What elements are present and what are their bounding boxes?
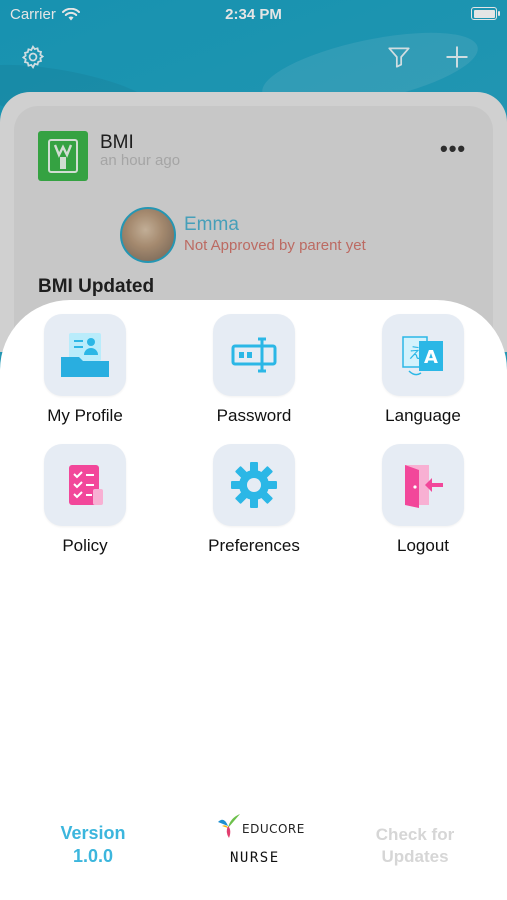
menu-item-language[interactable]: え A Language: [338, 314, 507, 434]
menu-item-policy[interactable]: Policy: [0, 444, 170, 564]
password-icon: [231, 337, 277, 373]
menu-label: Language: [385, 406, 461, 425]
logout-door-icon: [405, 465, 443, 508]
logo-sub-text: NURSE: [230, 850, 280, 866]
check-updates-button[interactable]: Check for Updates: [350, 824, 480, 868]
menu-label: Policy: [62, 536, 108, 555]
version-number: 1.0.0: [72, 846, 114, 866]
profile-card-icon: [61, 333, 109, 377]
menu-item-password[interactable]: Password: [169, 314, 339, 434]
language-icon: え A: [402, 336, 443, 376]
menu-item-my-profile[interactable]: My Profile: [0, 314, 170, 434]
version-info: Version 1.0.0: [30, 822, 156, 868]
menu-item-logout[interactable]: Logout: [338, 444, 507, 564]
logo-brand-text: EDUCORE: [242, 822, 305, 836]
menu-label: My Profile: [47, 406, 123, 425]
check-updates-line1: Check for: [375, 825, 455, 844]
gear-icon: [231, 462, 277, 508]
policy-checklist-icon: [69, 465, 103, 505]
version-label: Version: [60, 823, 126, 843]
menu-label: Logout: [397, 536, 449, 555]
menu-label: Preferences: [208, 536, 300, 555]
menu-label: Password: [216, 406, 292, 425]
svg-text:A: A: [424, 347, 438, 368]
bird-logo-icon: [218, 814, 240, 838]
menu-item-preferences[interactable]: Preferences: [169, 444, 339, 564]
check-updates-line2: Updates: [381, 847, 449, 866]
app-logo: EDUCORE NURSE: [200, 812, 308, 872]
